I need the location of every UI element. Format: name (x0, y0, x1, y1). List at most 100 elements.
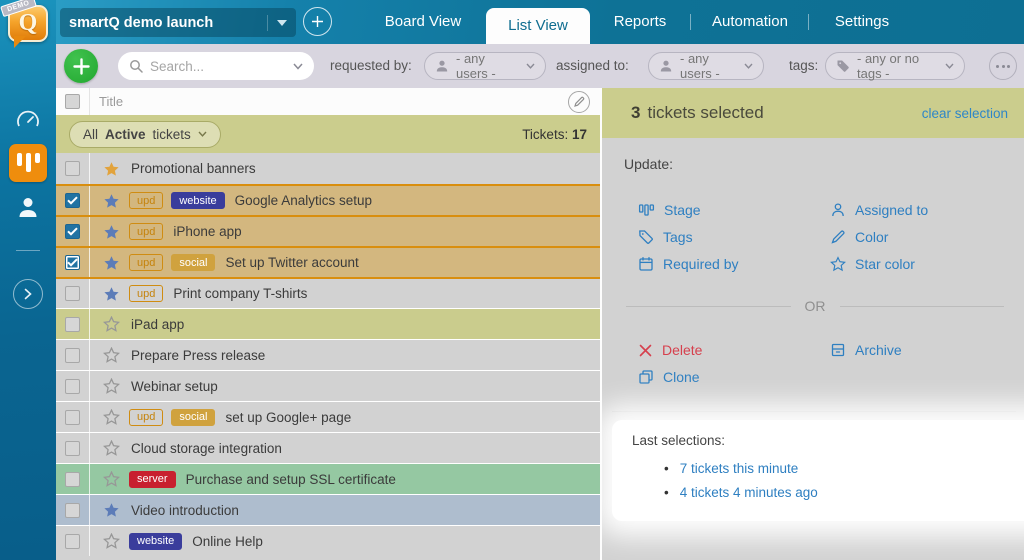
ticket-row[interactable]: updsocialSet up Twitter account (56, 246, 600, 277)
ticket-tag: server (129, 471, 176, 488)
ticket-checkbox[interactable] (65, 224, 80, 239)
ticket-tag: upd (129, 285, 163, 302)
star-icon[interactable] (103, 347, 121, 363)
edit-columns-button[interactable] (568, 91, 590, 113)
ticket-title: Google Analytics setup (235, 193, 372, 208)
assigned-to-filter[interactable]: - any users - (648, 52, 764, 80)
sidebar-expand-button[interactable] (0, 279, 56, 309)
star-icon[interactable] (103, 161, 121, 177)
ticket-tag: upd (129, 409, 163, 426)
star-icon[interactable] (103, 471, 121, 487)
ticket-checkbox[interactable] (65, 379, 80, 394)
stage-action[interactable]: Stage (638, 202, 830, 218)
ticket-list: Title All Active tickets Tickets: 17 Pro… (56, 88, 602, 560)
star-icon[interactable] (103, 255, 121, 271)
ticket-row[interactable]: updwebsiteGoogle Analytics setup (56, 184, 600, 215)
archive-icon (830, 342, 846, 358)
tab-settings[interactable]: Settings (818, 0, 906, 44)
project-selector[interactable]: smartQ demo launch (60, 8, 296, 37)
clone-action[interactable]: Clone (638, 369, 830, 385)
ticket-row[interactable]: websiteOnline Help (56, 525, 600, 556)
chevron-down-icon (744, 63, 753, 69)
ticket-row[interactable]: updPrint company T-shirts (56, 277, 600, 308)
filter-tickets-text: tickets (153, 127, 191, 142)
secondary-actions: Delete Archive Clone (638, 342, 1008, 385)
checkbox-cell (56, 402, 90, 432)
user-icon (659, 59, 673, 73)
top-navigation-bar: smartQ demo launch Board View List View … (0, 0, 1024, 44)
requested-by-filter[interactable]: - any users - (424, 52, 546, 80)
ticket-checkbox[interactable] (65, 286, 80, 301)
last-selection-link-1[interactable]: 7 tickets this minute (680, 461, 799, 476)
ticket-row[interactable]: updiPhone app (56, 215, 600, 246)
clear-selection-link[interactable]: clear selection (922, 106, 1008, 121)
search-input[interactable]: Search... (118, 52, 314, 80)
archive-action[interactable]: Archive (830, 342, 1008, 358)
star-icon[interactable] (103, 533, 121, 549)
ticket-filter-dropdown[interactable]: All Active tickets (69, 121, 221, 148)
kanban-board-icon (9, 144, 47, 182)
star-icon[interactable] (103, 409, 121, 425)
ticket-checkbox[interactable] (65, 348, 80, 363)
select-all-checkbox[interactable] (65, 94, 80, 109)
add-ticket-button[interactable] (64, 49, 98, 83)
ticket-checkbox[interactable] (65, 410, 80, 425)
ticket-title: iPad app (131, 317, 184, 332)
ticket-checkbox[interactable] (65, 534, 80, 549)
ticket-row[interactable]: Prepare Press release (56, 339, 600, 370)
chevron-down-icon (526, 63, 535, 69)
active-filter-bar: All Active tickets Tickets: 17 (56, 115, 600, 153)
ticket-tag: social (171, 409, 215, 426)
star-icon[interactable] (103, 224, 121, 240)
checkbox-cell (56, 433, 90, 463)
required-by-action[interactable]: Required by (638, 256, 830, 272)
ticket-checkbox[interactable] (65, 503, 80, 518)
star-icon[interactable] (103, 193, 121, 209)
ticket-row[interactable]: serverPurchase and setup SSL certificate (56, 463, 600, 494)
sidebar-item-boards[interactable] (0, 144, 56, 182)
ticket-row[interactable]: Webinar setup (56, 370, 600, 401)
app-logo[interactable]: DEMO Q (8, 5, 50, 45)
star-icon[interactable] (103, 378, 121, 394)
checkbox-cell (56, 464, 90, 494)
tags-value: - any or no tags - (857, 51, 938, 81)
tab-reports[interactable]: Reports (602, 0, 678, 44)
ticket-checkbox[interactable] (65, 255, 80, 270)
checkbox-cell (56, 217, 90, 246)
star-icon[interactable] (103, 316, 121, 332)
more-filters-button[interactable] (989, 52, 1017, 80)
ticket-row[interactable]: Cloud storage integration (56, 432, 600, 463)
star-color-action[interactable]: Star color (830, 256, 1008, 272)
list-item: • 4 tickets 4 minutes ago (664, 485, 1024, 500)
chevron-down-icon (945, 63, 954, 69)
ticket-checkbox[interactable] (65, 193, 80, 208)
ticket-row[interactable]: Promotional banners (56, 153, 600, 184)
search-icon (129, 59, 143, 73)
tags-action[interactable]: Tags (638, 229, 830, 245)
star-icon[interactable] (103, 440, 121, 456)
tags-filter[interactable]: - any or no tags - (825, 52, 965, 80)
color-action[interactable]: Color (830, 229, 1008, 245)
ticket-tag: upd (129, 223, 163, 240)
ticket-checkbox[interactable] (65, 441, 80, 456)
chevron-down-icon[interactable] (293, 63, 303, 70)
ticket-row[interactable]: updsocialset up Google+ page (56, 401, 600, 432)
ticket-checkbox[interactable] (65, 472, 80, 487)
last-selection-link-2[interactable]: 4 tickets 4 minutes ago (680, 485, 818, 500)
delete-action[interactable]: Delete (638, 342, 830, 358)
star-icon[interactable] (103, 286, 121, 302)
tab-list-view[interactable]: List View (486, 8, 590, 44)
sidebar-item-people[interactable] (0, 195, 56, 219)
assigned-to-action[interactable]: Assigned to (830, 202, 1008, 218)
sidebar-item-dashboard[interactable] (0, 108, 56, 134)
tab-board-view[interactable]: Board View (366, 0, 480, 44)
checkbox-cell (56, 371, 90, 401)
ticket-row[interactable]: iPad app (56, 308, 600, 339)
selected-count: 3 (631, 103, 640, 123)
ticket-checkbox[interactable] (65, 161, 80, 176)
ticket-row[interactable]: Video introduction (56, 494, 600, 525)
star-icon[interactable] (103, 502, 121, 518)
tab-automation[interactable]: Automation (700, 0, 800, 44)
ticket-checkbox[interactable] (65, 317, 80, 332)
add-board-button[interactable] (303, 7, 332, 36)
